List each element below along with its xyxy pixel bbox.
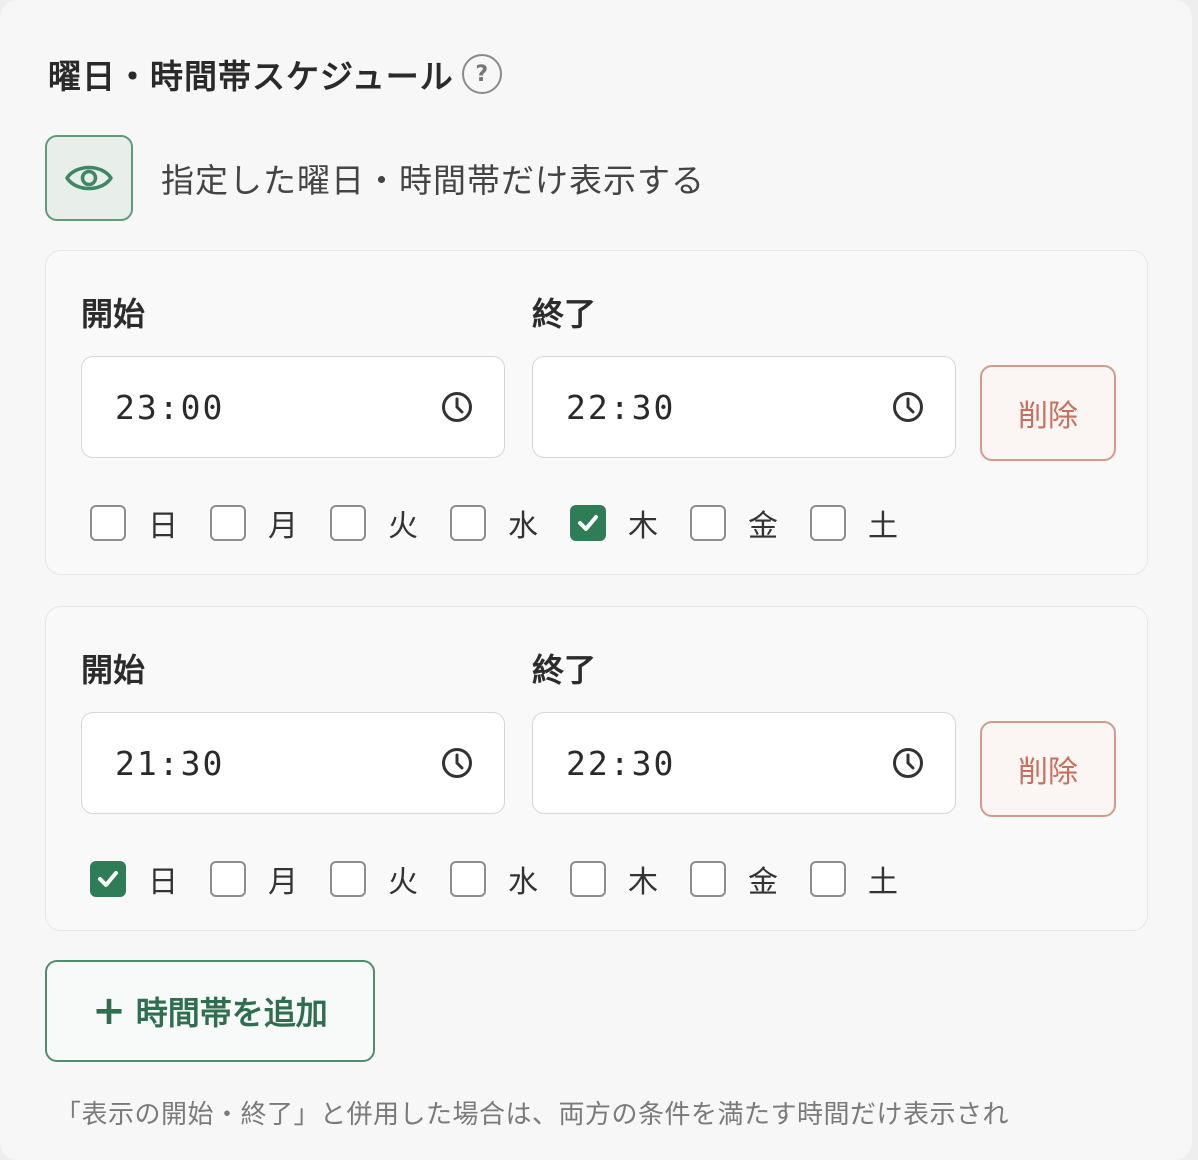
day-label: 火: [388, 865, 418, 900]
checkbox[interactable]: [210, 861, 246, 897]
day-label: 月: [268, 509, 298, 544]
checkbox[interactable]: [690, 861, 726, 897]
checkbox-checked[interactable]: [570, 505, 606, 541]
end-time-input[interactable]: 22:30: [532, 712, 956, 814]
day-checkbox-tue[interactable]: 火: [330, 857, 450, 901]
delete-button[interactable]: 削除: [980, 365, 1116, 461]
end-time-value: 22:30: [566, 743, 676, 783]
day-checkbox-wed[interactable]: 水: [450, 857, 570, 901]
start-time-value: 21:30: [115, 743, 225, 783]
day-checkbox-sun[interactable]: 日: [90, 501, 210, 545]
day-checkbox-sat[interactable]: 土: [810, 857, 930, 901]
schedule-panel: 曜日・時間帯スケジュール ? 指定した曜日・時間帯だけ表示する 開始 終了 23…: [0, 0, 1192, 1160]
day-checkbox-wed[interactable]: 水: [450, 501, 570, 545]
day-checkbox-mon[interactable]: 月: [210, 857, 330, 901]
check-icon: [578, 515, 598, 531]
start-time-value: 23:00: [115, 387, 225, 427]
day-label: 日: [148, 509, 178, 544]
section-header: 曜日・時間帯スケジュール ?: [48, 50, 502, 98]
day-label: 木: [628, 509, 658, 544]
checkbox[interactable]: [810, 505, 846, 541]
weekday-checkboxes: 日 月 火 水 木 金 土: [90, 501, 930, 545]
eye-icon: [65, 165, 113, 191]
day-label: 金: [748, 509, 778, 544]
clock-icon[interactable]: [440, 390, 474, 424]
checkbox[interactable]: [330, 861, 366, 897]
end-label: 終了: [532, 295, 597, 333]
start-label: 開始: [81, 295, 146, 333]
day-checkbox-sat[interactable]: 土: [810, 501, 930, 545]
add-timeslot-button[interactable]: + 時間帯を追加: [45, 960, 375, 1062]
day-label: 土: [868, 865, 898, 900]
checkbox[interactable]: [210, 505, 246, 541]
delete-button[interactable]: 削除: [980, 721, 1116, 817]
day-checkbox-fri[interactable]: 金: [690, 857, 810, 901]
day-label: 木: [628, 865, 658, 900]
day-label: 水: [508, 865, 538, 900]
day-label: 土: [868, 509, 898, 544]
day-label: 水: [508, 509, 538, 544]
checkbox[interactable]: [690, 505, 726, 541]
checkbox[interactable]: [450, 861, 486, 897]
clock-icon[interactable]: [440, 746, 474, 780]
day-label: 金: [748, 865, 778, 900]
checkbox[interactable]: [90, 505, 126, 541]
checkbox[interactable]: [330, 505, 366, 541]
visibility-toggle-label: 指定した曜日・時間帯だけ表示する: [161, 161, 705, 200]
add-timeslot-label: 時間帯を追加: [135, 994, 328, 1032]
day-checkbox-thu[interactable]: 木: [570, 501, 690, 545]
schedule-block: 開始 終了 21:30 22:30 削除 日 月 火 水 木 金 土: [45, 606, 1148, 931]
start-label: 開始: [81, 651, 146, 689]
clock-icon[interactable]: [891, 390, 925, 424]
help-icon[interactable]: ?: [461, 54, 502, 94]
plus-icon: +: [92, 988, 126, 1034]
start-time-input[interactable]: 23:00: [81, 356, 505, 458]
schedule-block: 開始 終了 23:00 22:30 削除 日 月 火 水 木 金 土: [45, 250, 1148, 575]
day-checkbox-thu[interactable]: 木: [570, 857, 690, 901]
help-note: 「表示の開始・終了」と併用した場合は、両方の条件を満たす時間だけ表示され: [55, 1100, 1010, 1130]
checkbox-checked[interactable]: [90, 861, 126, 897]
section-title: 曜日・時間帯スケジュール: [48, 57, 454, 96]
clock-icon[interactable]: [891, 746, 925, 780]
visibility-toggle-button[interactable]: [45, 135, 133, 221]
checkbox[interactable]: [810, 861, 846, 897]
day-checkbox-sun[interactable]: 日: [90, 857, 210, 901]
end-time-value: 22:30: [566, 387, 676, 427]
start-time-input[interactable]: 21:30: [81, 712, 505, 814]
end-label: 終了: [532, 651, 597, 689]
day-checkbox-tue[interactable]: 火: [330, 501, 450, 545]
visibility-toggle-row: 指定した曜日・時間帯だけ表示する: [45, 135, 705, 221]
day-label: 火: [388, 509, 418, 544]
day-label: 日: [148, 865, 178, 900]
checkbox[interactable]: [450, 505, 486, 541]
check-icon: [98, 871, 118, 887]
checkbox[interactable]: [570, 861, 606, 897]
day-checkbox-mon[interactable]: 月: [210, 501, 330, 545]
day-label: 月: [268, 865, 298, 900]
end-time-input[interactable]: 22:30: [532, 356, 956, 458]
day-checkbox-fri[interactable]: 金: [690, 501, 810, 545]
weekday-checkboxes: 日 月 火 水 木 金 土: [90, 857, 930, 901]
